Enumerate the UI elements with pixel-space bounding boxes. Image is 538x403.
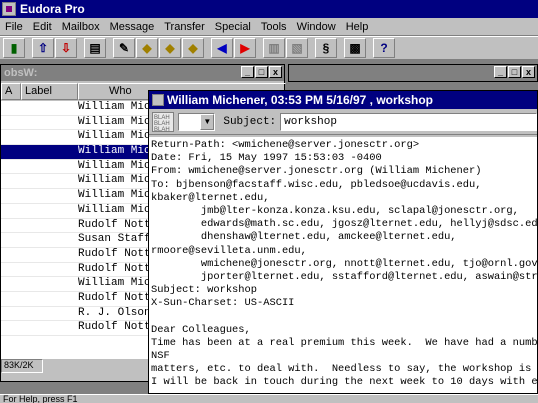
message-body[interactable]: Return-Path: <wmichene@server.jonesctr.o…: [149, 137, 537, 393]
body-line: To: bjbenson@facstaff.wisc.edu, pbledsoe…: [151, 178, 482, 191]
body-line: I will be back in touch during the next …: [151, 376, 537, 389]
attach-icon[interactable]: ▥: [263, 38, 285, 58]
sender-cell: R. J. Olson: [78, 306, 148, 319]
blah-blah-icon[interactable]: BLAH BLAH BLAH: [152, 111, 174, 133]
sender-cell: Rudolf Nott: [78, 321, 148, 334]
body-line: Date: Fri, 15 May 1997 15:53:03 -0400: [151, 152, 382, 165]
previous-message-icon[interactable]: ◀: [211, 38, 233, 58]
body-line: dhenshaw@lternet.edu, amckee@lternet.edu…: [151, 231, 457, 244]
body-line: NSF: [151, 350, 170, 362]
trash-icon[interactable]: ▮: [3, 38, 25, 58]
help-icon[interactable]: ?: [373, 38, 395, 58]
new-message-icon[interactable]: ✎: [113, 38, 135, 58]
sender-cell: Rudolf Nott: [78, 247, 148, 260]
message-window-title: William Michener, 03:53 PM 5/16/97 , wor…: [167, 93, 433, 107]
body-line: jporter@lternet.edu, sstafford@lternet.e…: [151, 270, 537, 283]
body-line: matters, etc. to deal with. Needless to …: [151, 363, 537, 376]
menu-special[interactable]: Special: [210, 21, 256, 33]
body-line: Dear Colleagues,: [151, 323, 251, 336]
mailbox-window-titlebar[interactable]: obsW: _ □ x: [1, 65, 284, 81]
message-window: William Michener, 03:53 PM 5/16/97 , wor…: [148, 90, 538, 394]
second-window-titlebar[interactable]: _ □ x: [289, 65, 537, 81]
body-line: Return-Path: <wmichene@server.jonesctr.o…: [151, 139, 420, 151]
main-toolbar: ▮ ⇧ ⇩ ▤ ✎ ◆ ◆ ◆ ◀ ▶ ▥ ▧ § ▩ ?: [0, 36, 538, 60]
sender-cell: Rudolf Nott: [78, 291, 148, 304]
subject-field[interactable]: workshop: [280, 112, 538, 131]
status-bar: For Help, press F1: [0, 394, 538, 403]
message-toolbar: BLAH BLAH BLAH ▼ Subject: workshop: [149, 109, 538, 135]
reply-icon[interactable]: ◆: [136, 38, 158, 58]
menu-help[interactable]: Help: [341, 21, 374, 33]
body-line: edwards@math.sc.edu, jgosz@lternet.edu, …: [151, 218, 537, 231]
app-titlebar: Eudora Pro: [0, 0, 538, 18]
sender-cell: Rudolf Nott: [78, 218, 148, 231]
body-line: From: wmichene@server.jonesctr.org (Will…: [151, 165, 482, 178]
app-title: Eudora Pro: [20, 2, 85, 16]
reply-all-icon[interactable]: ◆: [159, 38, 181, 58]
menu-edit[interactable]: Edit: [28, 21, 57, 33]
in-mailbox-icon[interactable]: ▤: [84, 38, 106, 58]
column-sort[interactable]: A: [1, 83, 21, 100]
chevron-down-icon[interactable]: ▼: [200, 113, 215, 130]
menu-message[interactable]: Message: [105, 21, 160, 33]
maximize-icon[interactable]: □: [255, 66, 268, 78]
address-book-icon[interactable]: ▧: [286, 38, 308, 58]
menu-mailbox[interactable]: Mailbox: [57, 21, 105, 33]
sender-cell: William Mic: [78, 115, 148, 128]
body-line: kbaker@lternet.edu,: [151, 191, 270, 204]
close-icon[interactable]: x: [522, 66, 535, 78]
sender-cell: Susan Staff: [78, 233, 148, 246]
sender-cell: William Mic: [78, 145, 148, 158]
sender-cell: William Mic: [78, 203, 148, 216]
second-window: _ □ x: [288, 64, 538, 82]
message-icon: [152, 94, 164, 106]
body-line: wmichene@jonesctr.org, nnott@lternet.edu…: [151, 257, 537, 270]
menu-file[interactable]: File: [0, 21, 28, 33]
body-line: [151, 310, 535, 323]
sender-cell: William Mic: [78, 159, 148, 172]
sender-cell: William Mic: [78, 174, 148, 187]
minimize-icon[interactable]: _: [494, 66, 507, 78]
sender-cell: William Mic: [78, 101, 148, 113]
body-line: rmoore@sevilleta.unm.edu,: [151, 244, 307, 257]
menu-transfer[interactable]: Transfer: [159, 21, 210, 33]
forward-icon[interactable]: ◆: [182, 38, 204, 58]
priority-dropdown[interactable]: ▼: [177, 112, 216, 131]
check-mail-icon[interactable]: ⇧: [32, 38, 54, 58]
maximize-icon[interactable]: □: [508, 66, 521, 78]
eudora-app-icon: [2, 2, 16, 16]
filters-icon[interactable]: §: [315, 38, 337, 58]
body-line: jmb@lter-konza.konza.ksu.edu, sclapal@jo…: [151, 204, 519, 217]
body-line: X-Sun-Charset: US-ASCII: [151, 297, 295, 310]
sender-cell: Rudolf Nott: [78, 262, 148, 275]
sender-cell: William Mic: [78, 277, 148, 290]
send-mail-icon[interactable]: ⇩: [55, 38, 77, 58]
message-window-titlebar[interactable]: William Michener, 03:53 PM 5/16/97 , wor…: [149, 91, 537, 109]
mailbox-window-title: obsW:: [4, 67, 38, 79]
body-line: Time has been at a real premium this wee…: [151, 336, 537, 349]
column-label[interactable]: Label: [21, 83, 78, 100]
menu-tools[interactable]: Tools: [256, 21, 292, 33]
menu-window[interactable]: Window: [292, 21, 341, 33]
sender-cell: William Mic: [78, 189, 148, 202]
mailbox-size: 83K/2K: [1, 359, 43, 373]
print-icon[interactable]: ▩: [344, 38, 366, 58]
next-message-icon[interactable]: ▶: [234, 38, 256, 58]
close-icon[interactable]: x: [269, 66, 282, 78]
subject-label: Subject:: [223, 115, 277, 128]
minimize-icon[interactable]: _: [241, 66, 254, 78]
menubar: File Edit Mailbox Message Transfer Speci…: [0, 18, 538, 36]
sender-cell: William Mic: [78, 130, 148, 143]
body-line: Subject: workshop: [151, 284, 258, 297]
